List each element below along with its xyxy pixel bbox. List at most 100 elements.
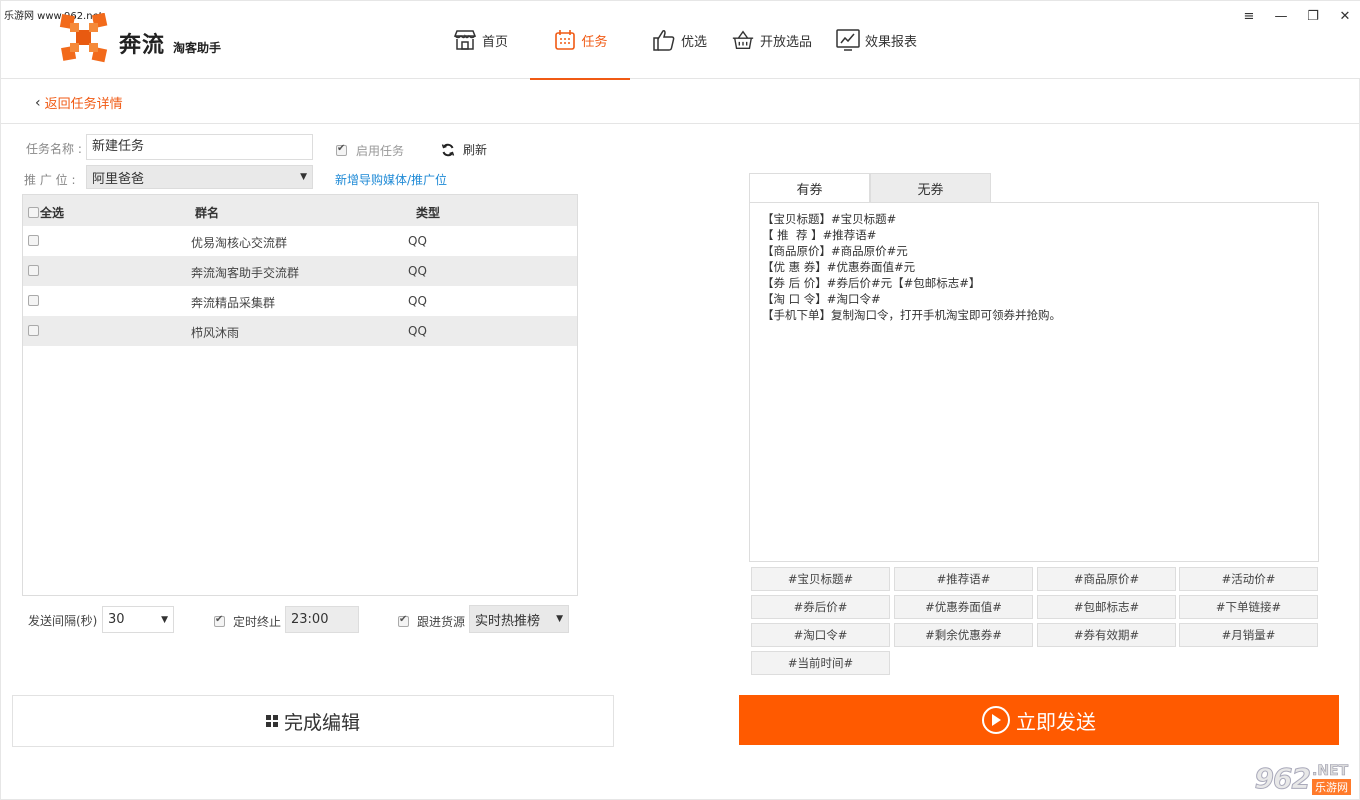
tag-button[interactable]: #券后价# <box>751 595 890 619</box>
editor-line: 【优 惠 券】#优惠券面值#元 <box>762 260 916 274</box>
tag-button[interactable]: #券有效期# <box>1037 623 1176 647</box>
tag-button[interactable]: #宝贝标题# <box>751 567 890 591</box>
caret-down-icon: ▼ <box>300 172 307 182</box>
tag-button[interactable]: #当前时间# <box>751 651 890 675</box>
watermark-net: .NET <box>1312 762 1349 779</box>
back-bar: ‹ 返回任务详情 <box>1 79 1360 124</box>
app-subtitle: 淘客助手 <box>173 41 222 55</box>
table-row[interactable]: 栉风沐雨 QQ <box>23 316 577 346</box>
nav-report-label: 效果报表 <box>865 34 918 50</box>
nav-task[interactable]: 任务 <box>530 1 631 80</box>
send-now-button[interactable]: 立即发送 <box>739 695 1339 745</box>
row-group-type: QQ <box>408 264 427 278</box>
tag-button[interactable]: #包邮标志# <box>1037 595 1176 619</box>
tag-button[interactable]: #下单链接# <box>1179 595 1318 619</box>
refresh-icon <box>441 143 455 157</box>
follow-source-checkbox[interactable]: 跟进货源 <box>398 613 465 630</box>
table-row[interactable]: 奔流精品采集群 QQ <box>23 286 577 316</box>
tab-no-coupon[interactable]: 无券 <box>870 173 991 203</box>
col-type-header: 类型 <box>416 206 441 220</box>
select-all-label: 全选 <box>40 206 65 220</box>
row-group-name: 栉风沐雨 <box>191 326 240 340</box>
main-nav: 首页 任务 优选 开放选品 效果报表 <box>441 1 929 80</box>
follow-source-check[interactable] <box>398 614 409 627</box>
editor-line: 【商品原价】#商品原价#元 <box>762 244 908 258</box>
interval-select[interactable]: 30 ▼ <box>102 606 174 633</box>
tag-button[interactable]: #月销量# <box>1179 623 1318 647</box>
row-group-type: QQ <box>408 324 427 338</box>
nav-home[interactable]: 首页 <box>441 1 520 79</box>
nav-home-label: 首页 <box>482 34 509 50</box>
table-row[interactable]: 优易淘核心交流群 QQ <box>23 226 577 256</box>
table-row[interactable]: 奔流淘客助手交流群 QQ <box>23 256 577 286</box>
tag-button[interactable]: #商品原价# <box>1037 567 1176 591</box>
app-name: 奔流 <box>119 33 166 58</box>
nav-open-select[interactable]: 开放选品 <box>719 1 824 79</box>
calendar-icon <box>553 28 577 52</box>
row-group-name: 奔流淘客助手交流群 <box>191 266 300 280</box>
follow-source-select[interactable]: 实时热推榜 ▼ <box>469 605 569 633</box>
grid-icon <box>265 715 278 727</box>
basket-icon <box>731 28 755 52</box>
row-checkbox[interactable] <box>28 265 39 276</box>
refresh-button[interactable]: 刷新 <box>441 141 487 158</box>
group-table: 全选 群名 类型 优易淘核心交流群 QQ 奔流淘客助手交流群 QQ 奔流精品采集… <box>22 194 578 596</box>
finish-edit-label: 完成编辑 <box>283 711 360 734</box>
watermark-cn: 乐游网 <box>1312 778 1351 795</box>
nav-preferred-label: 优选 <box>681 34 708 50</box>
editor-line: 【券 后 价】#券后价#元【#包邮标志#】 <box>762 276 981 290</box>
send-now-label: 立即发送 <box>1016 709 1096 734</box>
app-window: 乐游网 www.962.net 奔流 淘客助手 首页 任务 优选 开放选品 效果… <box>0 0 1360 800</box>
stop-time-input[interactable]: 23:00 <box>285 606 359 633</box>
select-all-check[interactable] <box>28 207 39 218</box>
follow-source-value: 实时热推榜 <box>475 613 541 629</box>
task-name-input[interactable]: 新建任务 <box>86 134 313 160</box>
nav-task-label: 任务 <box>581 34 608 50</box>
chevron-left-icon: ‹ <box>35 94 41 111</box>
nav-open-select-label: 开放选品 <box>760 34 813 50</box>
enable-task-checkbox[interactable]: 启用任务 <box>336 142 404 159</box>
select-all[interactable]: 全选 <box>28 204 64 221</box>
row-checkbox[interactable] <box>28 235 39 246</box>
chart-icon <box>836 28 860 52</box>
row-checkbox[interactable] <box>28 325 39 336</box>
back-link[interactable]: ‹ 返回任务详情 <box>35 93 123 113</box>
template-tabs: 有券 无券 <box>749 173 991 203</box>
row-checkbox[interactable] <box>28 295 39 306</box>
table-header: 全选 群名 类型 <box>23 195 577 226</box>
header: 乐游网 www.962.net 奔流 淘客助手 首页 任务 优选 开放选品 效果… <box>1 1 1360 80</box>
caret-down-icon: ▼ <box>161 614 168 625</box>
interval-value: 30 <box>108 612 125 627</box>
editor-line: 【 推 荐 】#推荐语# <box>762 228 877 242</box>
position-select-value: 阿里爸爸 <box>92 171 145 187</box>
editor-line: 【宝贝标题】#宝贝标题# <box>762 212 897 226</box>
caret-down-icon: ▼ <box>556 614 563 624</box>
tag-button[interactable]: #淘口令# <box>751 623 890 647</box>
tab-with-coupon[interactable]: 有券 <box>749 173 870 203</box>
timed-stop-checkbox[interactable]: 定时终止 <box>214 613 281 630</box>
nav-report[interactable]: 效果报表 <box>824 1 929 79</box>
timed-stop-check[interactable] <box>214 614 225 627</box>
enable-task-check[interactable] <box>336 143 347 156</box>
interval-label: 发送间隔(秒) <box>28 614 98 628</box>
row-group-name: 奔流精品采集群 <box>191 296 276 310</box>
tag-button[interactable]: #剩余优惠券# <box>894 623 1033 647</box>
logo-icon <box>59 13 108 63</box>
col-name-header: 群名 <box>195 206 220 220</box>
template-editor[interactable]: 【宝贝标题】#宝贝标题# 【 推 荐 】#推荐语# 【商品原价】#商品原价#元 … <box>749 202 1319 562</box>
watermark-number: 962 <box>1254 762 1311 796</box>
menu-button[interactable]: ≡ <box>1233 1 1265 31</box>
back-link-label: 返回任务详情 <box>44 97 123 112</box>
finish-edit-button[interactable]: 完成编辑 <box>12 695 614 747</box>
position-select[interactable]: 阿里爸爸 ▼ <box>86 165 313 189</box>
add-media-link[interactable]: 新增导购媒体/推广位 <box>335 171 447 188</box>
minimize-button[interactable]: — <box>1265 1 1297 31</box>
position-label: 推 广 位 : <box>24 173 76 187</box>
nav-preferred[interactable]: 优选 <box>640 1 719 79</box>
thumbs-up-icon <box>652 28 676 52</box>
close-button[interactable]: ✕ <box>1329 1 1360 31</box>
restore-button[interactable]: ❐ <box>1297 1 1329 31</box>
tag-button[interactable]: #优惠券面值# <box>894 595 1033 619</box>
tag-button[interactable]: #活动价# <box>1179 567 1318 591</box>
tag-button[interactable]: #推荐语# <box>894 567 1033 591</box>
